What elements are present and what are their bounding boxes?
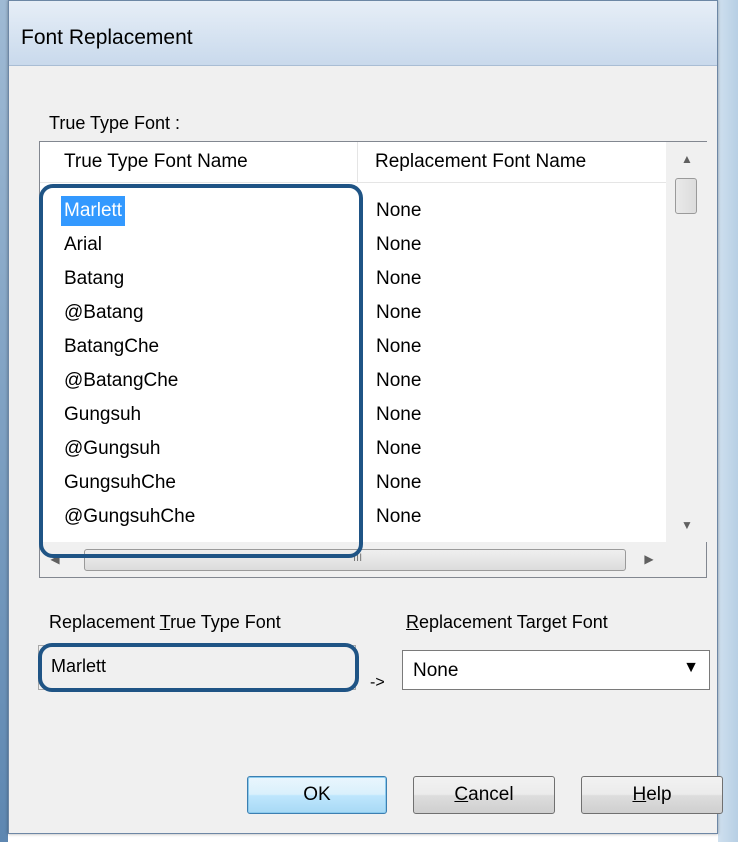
replacement-field-highlight-outline	[38, 643, 359, 692]
vertical-scrollbar[interactable]: ▲ ▼	[666, 142, 707, 542]
desktop-backdrop-left	[0, 0, 8, 842]
arrow-symbol: ->	[370, 674, 385, 691]
font-name-highlight-outline	[39, 184, 363, 558]
true-type-font-group-label: True Type Font :	[49, 113, 181, 133]
column-header-true-type-font-name[interactable]: True Type Font Name	[40, 142, 358, 182]
replacement-name-cell: None	[376, 268, 422, 289]
replacement-name-cell: None	[376, 302, 422, 323]
ok-button[interactable]: OK	[247, 776, 387, 814]
replacement-name-cell: None	[376, 200, 422, 221]
vertical-scroll-thumb[interactable]	[675, 178, 697, 214]
list-header: True Type Font Name Replacement Font Nam…	[40, 142, 666, 183]
scroll-up-arrow-icon[interactable]: ▲	[667, 142, 707, 176]
replacement-name-cell: None	[376, 336, 422, 357]
column-header-replacement-font-name[interactable]: Replacement Font Name	[358, 142, 666, 182]
replacement-name-cell: None	[376, 234, 422, 255]
dropdown-arrow-icon: ▼	[683, 659, 699, 676]
help-button[interactable]: Help	[581, 776, 723, 814]
scrollbar-corner	[666, 542, 706, 577]
window-title: Font Replacement	[21, 26, 193, 49]
replacement-target-font-label: Replacement Target Font	[406, 612, 608, 632]
title-bar[interactable]: Font Replacement	[9, 1, 717, 66]
replacement-name-cell: None	[376, 404, 422, 425]
replacement-true-type-font-label: Replacement True Type Font	[49, 612, 281, 632]
replacement-name-cell: None	[376, 506, 422, 527]
cancel-button[interactable]: Cancel	[413, 776, 555, 814]
replacement-target-font-select[interactable]: None ▼	[402, 650, 710, 690]
desktop-backdrop-right	[718, 0, 738, 842]
scroll-right-arrow-icon[interactable]: ▶	[634, 542, 664, 576]
replacement-target-font-value: None	[413, 660, 459, 681]
replacement-name-cell: None	[376, 370, 422, 391]
replacement-name-cell: None	[376, 438, 422, 459]
scroll-down-arrow-icon[interactable]: ▼	[667, 508, 707, 542]
replacement-name-cell: None	[376, 472, 422, 493]
